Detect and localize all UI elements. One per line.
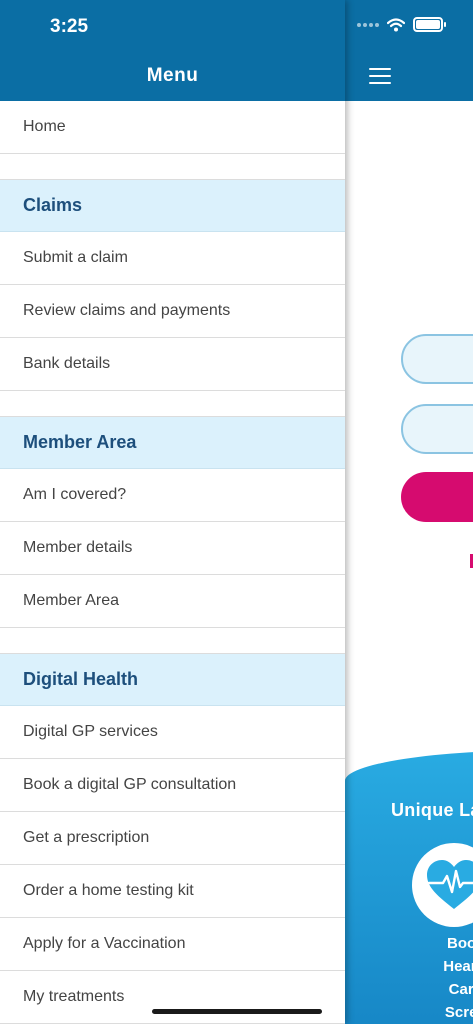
menu-item-member-area[interactable]: Member Area [0,575,345,628]
divider [0,628,345,654]
battery-icon [413,17,446,32]
promo-line: Screeni [444,1004,473,1021]
divider [0,154,345,180]
menu-title: Menu [146,65,199,86]
status-time: 3:25 [50,16,89,37]
section-member-area: Member Area [0,417,345,469]
home-indicator[interactable] [152,1009,322,1014]
menu-item-my-treatments[interactable]: My treatments [0,971,345,1024]
username-field[interactable] [401,334,473,384]
menu-item-vaccination[interactable]: Apply for a Vaccination [0,918,345,971]
menu-item-review-claims[interactable]: Review claims and payments [0,285,345,338]
menu-item-am-i-covered[interactable]: Am I covered? [0,469,345,522]
promo-text: Book a HeartBe Cardia Screeni [417,932,473,1024]
app-header [345,0,473,101]
wifi-icon [387,17,405,31]
menu-item-digital-gp[interactable]: Digital GP services [0,706,345,759]
signal-icon [357,22,379,27]
heartbeat-icon [427,860,473,909]
login-button[interactable] [401,472,473,522]
section-digital-health: Digital Health [0,654,345,706]
menu-item-bank-details[interactable]: Bank details [0,338,345,391]
password-field[interactable] [401,404,473,454]
section-claims: Claims [0,180,345,232]
menu-item-submit-claim[interactable]: Submit a claim [0,232,345,285]
menu-header: 3:25 Menu [0,0,345,101]
promo-title: Unique La [391,800,473,820]
side-menu: 3:25 Menu Home Claims Submit a claim Rev… [0,0,345,1024]
menu-item-prescription[interactable]: Get a prescription [0,812,345,865]
hamburger-icon[interactable] [369,68,391,84]
background-screen: Unique La Book a HeartBe Cardia Screeni [345,0,473,1024]
menu-item-book-gp[interactable]: Book a digital GP consultation [0,759,345,812]
divider [0,391,345,417]
promo-line: Book a [446,935,473,952]
menu-item-testing-kit[interactable]: Order a home testing kit [0,865,345,918]
menu-item-member-details[interactable]: Member details [0,522,345,575]
status-icons [357,17,446,32]
menu-item-home[interactable]: Home [0,101,345,154]
promo-line: Cardia [448,981,473,998]
promo-line: HeartBe [443,958,473,975]
